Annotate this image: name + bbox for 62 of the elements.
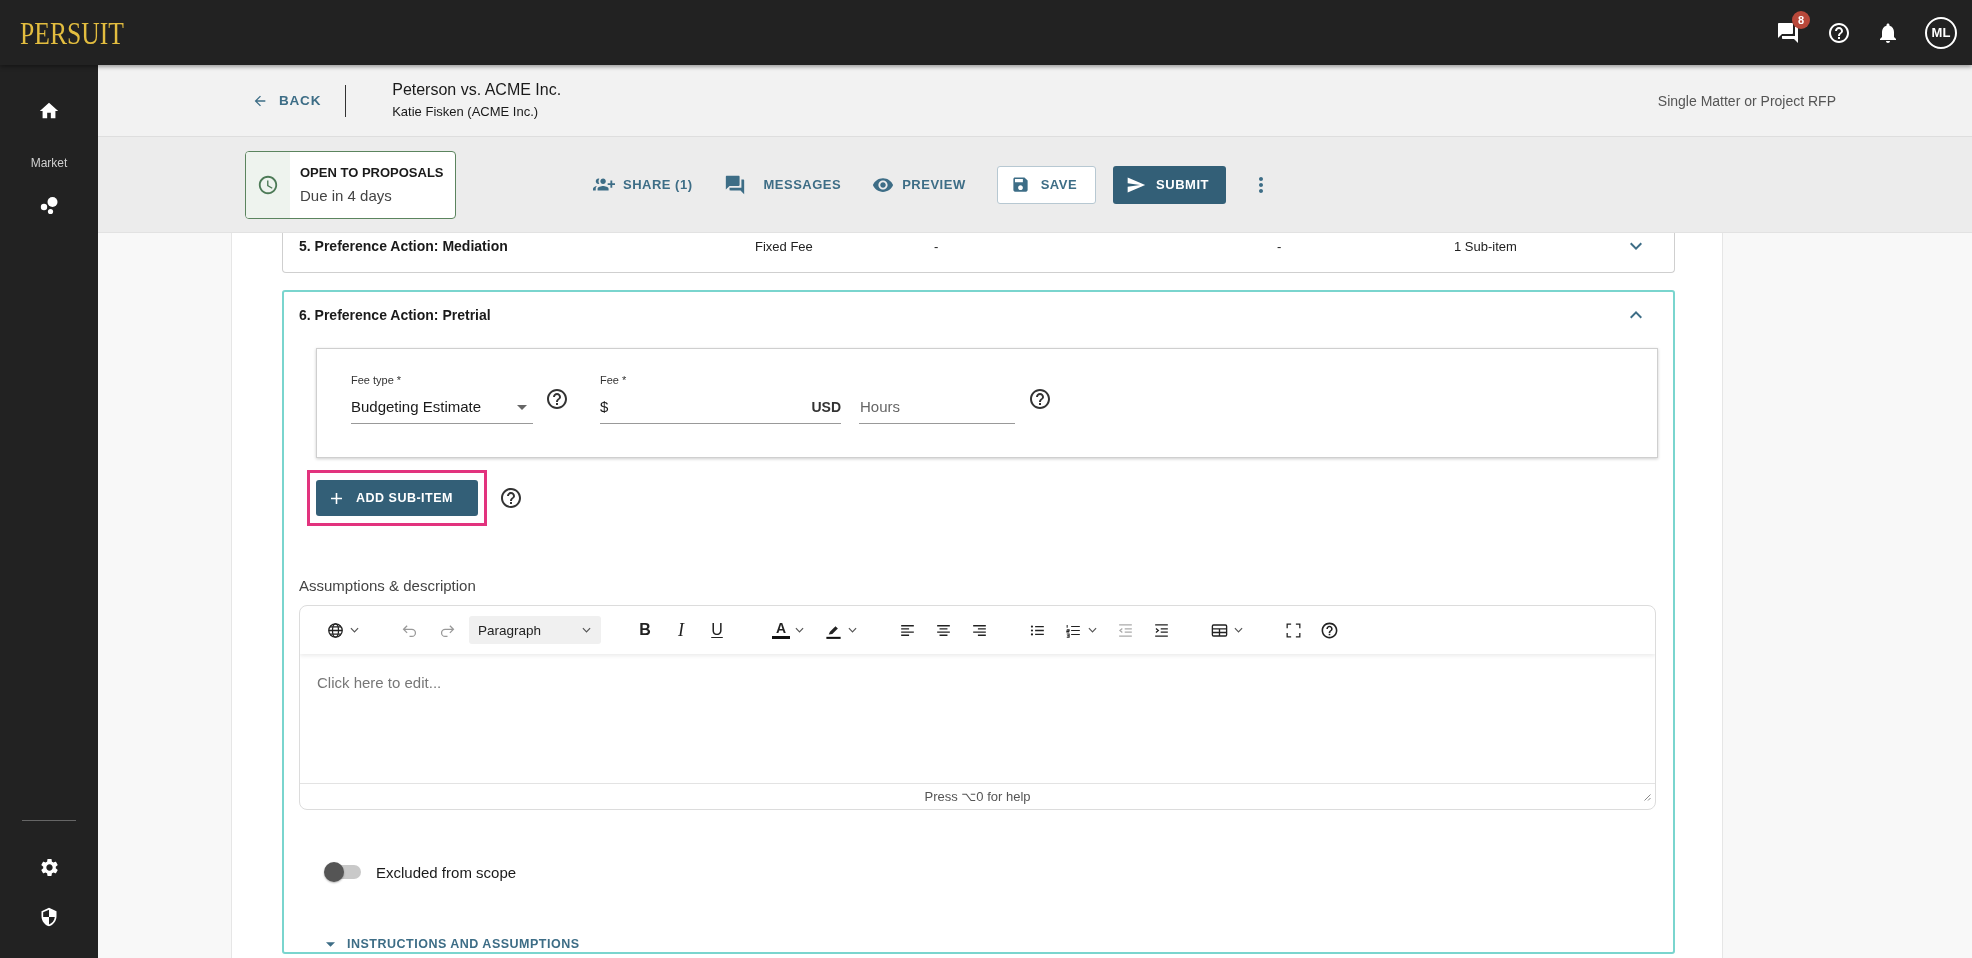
help-icon[interactable] bbox=[1827, 20, 1851, 45]
messages-button[interactable]: MESSAGES bbox=[723, 173, 842, 196]
hours-input[interactable]: Hours bbox=[859, 398, 1015, 424]
rfp-type-text: Single Matter or Project RFP bbox=[1657, 92, 1836, 109]
fee-type-dropdown[interactable]: Budgeting Estimate bbox=[351, 398, 533, 424]
app-logo[interactable]: PERSUIT bbox=[20, 16, 124, 49]
instructions-expander[interactable]: INSTRUCTIONS AND ASSUMPTIONS bbox=[299, 936, 580, 952]
chat-bubbles-icon bbox=[723, 173, 746, 196]
back-button[interactable]: BACK bbox=[252, 92, 322, 109]
italic-button[interactable]: I bbox=[667, 615, 695, 645]
caret-down-icon[interactable] bbox=[848, 627, 857, 633]
caret-down-icon[interactable] bbox=[350, 627, 359, 633]
help-icon[interactable] bbox=[547, 389, 567, 409]
underline-button[interactable]: U bbox=[703, 615, 731, 645]
bold-button[interactable]: B bbox=[631, 615, 659, 645]
due-date-text: Due in 4 days bbox=[300, 186, 393, 205]
caret-down-icon[interactable] bbox=[1234, 627, 1243, 633]
more-vertical-icon[interactable] bbox=[1258, 176, 1263, 193]
shield-icon[interactable] bbox=[39, 907, 59, 927]
share-button[interactable]: SHARE (1) bbox=[593, 173, 693, 196]
fee-input[interactable]: $ USD bbox=[600, 398, 841, 424]
help-icon[interactable] bbox=[1319, 620, 1339, 640]
chevron-up-icon[interactable] bbox=[1630, 311, 1642, 319]
caret-down-icon bbox=[326, 941, 335, 947]
submit-button[interactable]: SUBMIT bbox=[1113, 165, 1226, 204]
line-item-title: 5. Preference Action: Mediation bbox=[299, 238, 509, 254]
chevron-down-icon[interactable] bbox=[1630, 242, 1642, 250]
plus-icon bbox=[331, 492, 342, 504]
caret-down-icon bbox=[795, 627, 805, 633]
column-value-text: - bbox=[934, 238, 940, 254]
line-item-title: 6. Preference Action: Pretrial bbox=[299, 307, 492, 323]
caret-down-icon bbox=[517, 405, 527, 410]
status-title: OPEN TO PROPOSALS bbox=[300, 164, 444, 181]
fee-type-text: Fixed Fee bbox=[755, 238, 814, 254]
globe-icon[interactable] bbox=[326, 620, 345, 640]
resize-grip-icon[interactable] bbox=[1643, 792, 1651, 801]
field-label: Fee type * bbox=[351, 374, 403, 387]
sidebar-section-label: Market bbox=[30, 156, 68, 170]
circles-icon[interactable] bbox=[39, 195, 59, 215]
toggle-label: Excluded from scope bbox=[376, 863, 517, 881]
help-icon[interactable] bbox=[1030, 389, 1050, 409]
rich-text-editor[interactable]: Paragraph B I U A Click here to edit... Press ⌥0 for help bbox=[299, 605, 1656, 810]
field-label: Fee * bbox=[600, 374, 628, 387]
help-icon[interactable] bbox=[501, 488, 521, 508]
clock-icon bbox=[257, 173, 279, 196]
help-hint-text: Press ⌥0 for help bbox=[924, 789, 1031, 804]
column-value-text: - bbox=[1277, 238, 1283, 254]
toggle-switch[interactable] bbox=[324, 862, 362, 882]
add-sub-item-button[interactable]: ADD SUB-ITEM bbox=[316, 480, 478, 516]
preview-button[interactable]: PREVIEW bbox=[872, 173, 966, 196]
user-avatar[interactable]: ML bbox=[1925, 16, 1957, 49]
sub-item-count: 1 Sub-item bbox=[1454, 238, 1518, 254]
save-button[interactable]: SAVE bbox=[996, 165, 1097, 204]
caret-down-icon bbox=[582, 627, 591, 633]
caret-down-icon[interactable] bbox=[1088, 627, 1097, 633]
text-color-button[interactable]: A bbox=[767, 615, 811, 645]
chat-bubbles-icon[interactable] bbox=[1776, 20, 1800, 45]
matter-title: Peterson vs. ACME Inc. bbox=[392, 80, 562, 100]
description-label: Assumptions & description bbox=[299, 576, 477, 596]
unread-count-badge: 8 bbox=[1792, 10, 1810, 29]
block-format-dropdown[interactable]: Paragraph bbox=[469, 616, 601, 644]
client-name: Katie Fisken (ACME Inc.) bbox=[392, 103, 540, 121]
